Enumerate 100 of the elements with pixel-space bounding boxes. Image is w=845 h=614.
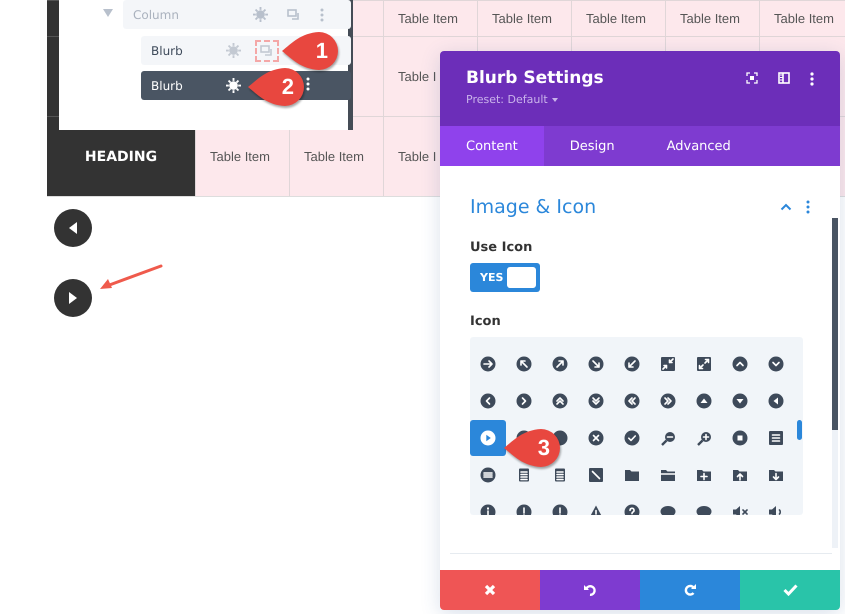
cell-text: Table Item: [210, 149, 270, 164]
section-title[interactable]: Image & Icon: [470, 196, 780, 218]
check-icon: [782, 584, 798, 596]
split-view-icon[interactable]: [778, 72, 790, 84]
icon-option[interactable]: [694, 391, 714, 411]
more-icon[interactable]: [810, 72, 814, 86]
close-icon: [484, 584, 496, 596]
cell-text: Table Item: [586, 11, 646, 26]
triangle-left-icon: [768, 393, 784, 409]
icon-option[interactable]: [730, 354, 750, 374]
icon-option[interactable]: [730, 391, 750, 411]
icon-option[interactable]: [694, 354, 714, 374]
icon-option[interactable]: [478, 354, 498, 374]
arrow-up-right-icon: [552, 356, 568, 372]
icon-option[interactable]: [478, 465, 498, 485]
step-callout-tooltip: 2: [247, 66, 307, 108]
cell-text: Table I: [398, 69, 436, 84]
icon-option[interactable]: [586, 391, 606, 411]
chevron-right-icon: [516, 393, 532, 409]
tab[interactable]: Content: [440, 126, 544, 166]
scrollbar-thumb[interactable]: [832, 218, 838, 430]
icon-option[interactable]: [550, 391, 570, 411]
double-chevron-left-icon: [624, 393, 640, 409]
more-icon[interactable]: [306, 77, 310, 91]
collapse-icon: [660, 356, 676, 372]
field-label: Use Icon: [470, 240, 534, 255]
settings-icon[interactable]: [226, 78, 241, 93]
document-icon: [516, 467, 532, 483]
icon-option[interactable]: [514, 391, 534, 411]
layer-label: Column: [133, 8, 180, 22]
icon-option[interactable]: [586, 428, 606, 448]
icon-option[interactable]: [478, 391, 498, 411]
chevron-up-icon: [732, 356, 748, 372]
icon-option[interactable]: [514, 354, 534, 374]
stop-icon: [732, 430, 748, 446]
cell-text: Table Item: [398, 11, 458, 26]
chevron-down-icon: [768, 356, 784, 372]
expand-icon: [696, 356, 712, 372]
download-icon: [768, 467, 784, 483]
more-icon[interactable]: [806, 200, 810, 214]
heading-text: HEADING: [84, 148, 158, 164]
field-label: Icon: [470, 314, 502, 329]
preset-dropdown[interactable]: Preset: Default: [466, 93, 746, 106]
zoom-out-icon: [660, 430, 676, 446]
layer-label: Blurb: [151, 78, 184, 92]
next-button[interactable]: [54, 279, 92, 317]
upload-icon: [732, 467, 748, 483]
cell-text: Table Item: [680, 11, 740, 26]
icon-option[interactable]: [766, 354, 786, 374]
cell-text: Table Item: [304, 149, 364, 164]
icon-option[interactable]: [470, 420, 506, 456]
folder-plus-icon: [696, 467, 712, 483]
double-chevron-down-icon: [588, 393, 604, 409]
double-chevron-right-icon: [660, 393, 676, 409]
previous-button[interactable]: [54, 209, 92, 247]
list-icon: [768, 430, 784, 446]
undo-icon: [583, 583, 597, 597]
triangle-down-icon: [732, 393, 748, 409]
panel-title: Blurb Settings: [466, 68, 605, 88]
close-icon: [588, 430, 604, 446]
icon-option[interactable]: [550, 354, 570, 374]
icon-option[interactable]: [586, 354, 606, 374]
tab[interactable]: Design: [544, 126, 641, 166]
arrow-down-left-icon: [624, 356, 640, 372]
folder-icon: [624, 467, 640, 483]
check-icon: [624, 430, 640, 446]
chevron-up-icon[interactable]: [780, 203, 792, 211]
icon-option[interactable]: [658, 391, 678, 411]
icon-option[interactable]: [766, 428, 786, 448]
triangle-right-icon: [67, 291, 79, 305]
menu-icon: [480, 467, 496, 483]
icon-option[interactable]: [658, 354, 678, 374]
icon-option[interactable]: [730, 428, 750, 448]
arrow-down-right-icon: [588, 356, 604, 372]
zoom-in-icon: [696, 430, 712, 446]
pencil-icon: [588, 467, 604, 483]
cell-text: Table Item: [492, 11, 552, 26]
icon-option[interactable]: [622, 428, 642, 448]
arrow-up-left-icon: [516, 356, 532, 372]
chevron-left-icon: [480, 393, 496, 409]
step-callout-tooltip: 3: [503, 427, 563, 469]
icon-option[interactable]: [766, 391, 786, 411]
documents-icon: [552, 467, 568, 483]
double-chevron-up-icon: [552, 393, 568, 409]
arrow-right-icon: [480, 356, 496, 372]
toggle-switch[interactable]: YES: [470, 263, 540, 292]
layer-label: Blurb: [151, 44, 184, 58]
step-callout-tooltip: 1: [281, 30, 341, 72]
cell-text: Table Item: [774, 11, 834, 26]
icon-option[interactable]: [622, 391, 642, 411]
redo-icon: [683, 583, 697, 597]
focus-icon[interactable]: [746, 72, 758, 84]
folder-icon: [660, 467, 676, 483]
triangle-up-icon: [696, 393, 712, 409]
triangle-left-icon: [67, 221, 79, 235]
cell-text: Table I: [398, 149, 436, 164]
scrollbar-thumb[interactable]: [797, 420, 802, 440]
tab[interactable]: Advanced: [640, 126, 757, 166]
icon-option[interactable]: [622, 354, 642, 374]
icon-option[interactable]: [586, 465, 606, 485]
